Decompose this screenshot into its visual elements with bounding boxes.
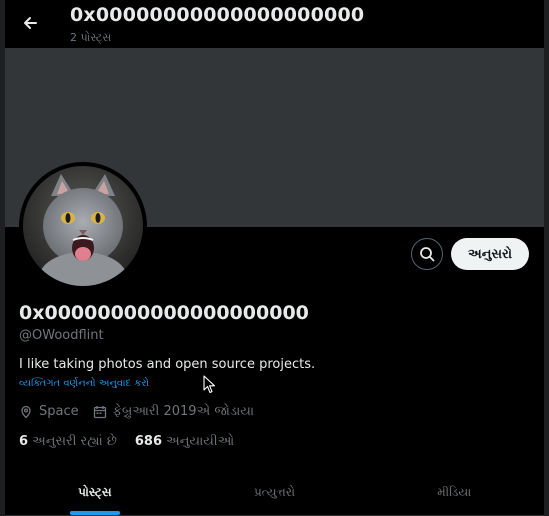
followers-label: અનુયાયીઓ [166, 434, 235, 449]
calendar-icon [93, 405, 106, 418]
mouse-cursor-icon [203, 375, 216, 394]
profile-tabs: પોસ્ટ્સ પ્રત્યુત્તરો મીડિયા [5, 470, 544, 516]
header-post-count: 2 પોસ્ટ્સ [70, 31, 112, 44]
header-title: 0x00000000000000000000 [70, 4, 365, 26]
tab-media-label: મીડિયા [437, 485, 472, 499]
back-button[interactable] [17, 10, 43, 36]
tab-posts[interactable]: પોસ્ટ્સ [5, 470, 185, 515]
active-tab-indicator [69, 511, 120, 515]
arrow-left-icon [24, 17, 37, 29]
profile-page: 0x00000000000000000000 2 પોસ્ટ્સ અનુસરો … [0, 0, 549, 516]
profile-handle: @OWoodflint [19, 328, 104, 343]
following-label: અનુસરી રહ્યાં છે [32, 434, 117, 449]
translate-bio-link[interactable]: વ્યક્તિગત વર્ણનનો અનુવાદ કરો [19, 378, 149, 389]
tab-replies[interactable]: પ્રત્યુત્તરો [185, 470, 365, 515]
tab-media[interactable]: મીડિયા [364, 470, 544, 515]
profile-meta: Space ફેબ્રુઆરી 2019એ જોડાયા [19, 404, 268, 419]
following-count: 6 [19, 434, 29, 449]
location-text: Space [39, 404, 79, 419]
joined-text: ફેબ્રુઆરી 2019એ જોડાયા [112, 404, 255, 419]
location-item: Space [19, 404, 79, 419]
window-border-right [544, 0, 549, 516]
follow-button[interactable]: અનુસરો [451, 238, 529, 270]
profile-display-name: 0x00000000000000000000 [19, 302, 309, 324]
search-button[interactable] [411, 238, 443, 270]
profile-bio: I like taking photos and open source pro… [19, 357, 316, 372]
tab-posts-label: પોસ્ટ્સ [78, 485, 112, 499]
search-icon [420, 247, 435, 262]
follow-counts: 6 અનુસરી રહ્યાં છે 686 અનુયાયીઓ [19, 434, 252, 449]
following-link[interactable]: 6 અનુસરી રહ્યાં છે [19, 434, 117, 449]
followers-count: 686 [134, 434, 163, 449]
cat-avatar-image [23, 166, 143, 286]
followers-link[interactable]: 686 અનુયાયીઓ [135, 434, 234, 449]
location-pin-icon [21, 405, 31, 418]
profile-header: 0x00000000000000000000 2 પોસ્ટ્સ [5, 0, 544, 48]
avatar[interactable] [19, 162, 147, 290]
tab-replies-label: પ્રત્યુત્તરો [254, 485, 296, 499]
joined-item: ફેબ્રુઆરી 2019એ જોડાયા [93, 404, 254, 419]
